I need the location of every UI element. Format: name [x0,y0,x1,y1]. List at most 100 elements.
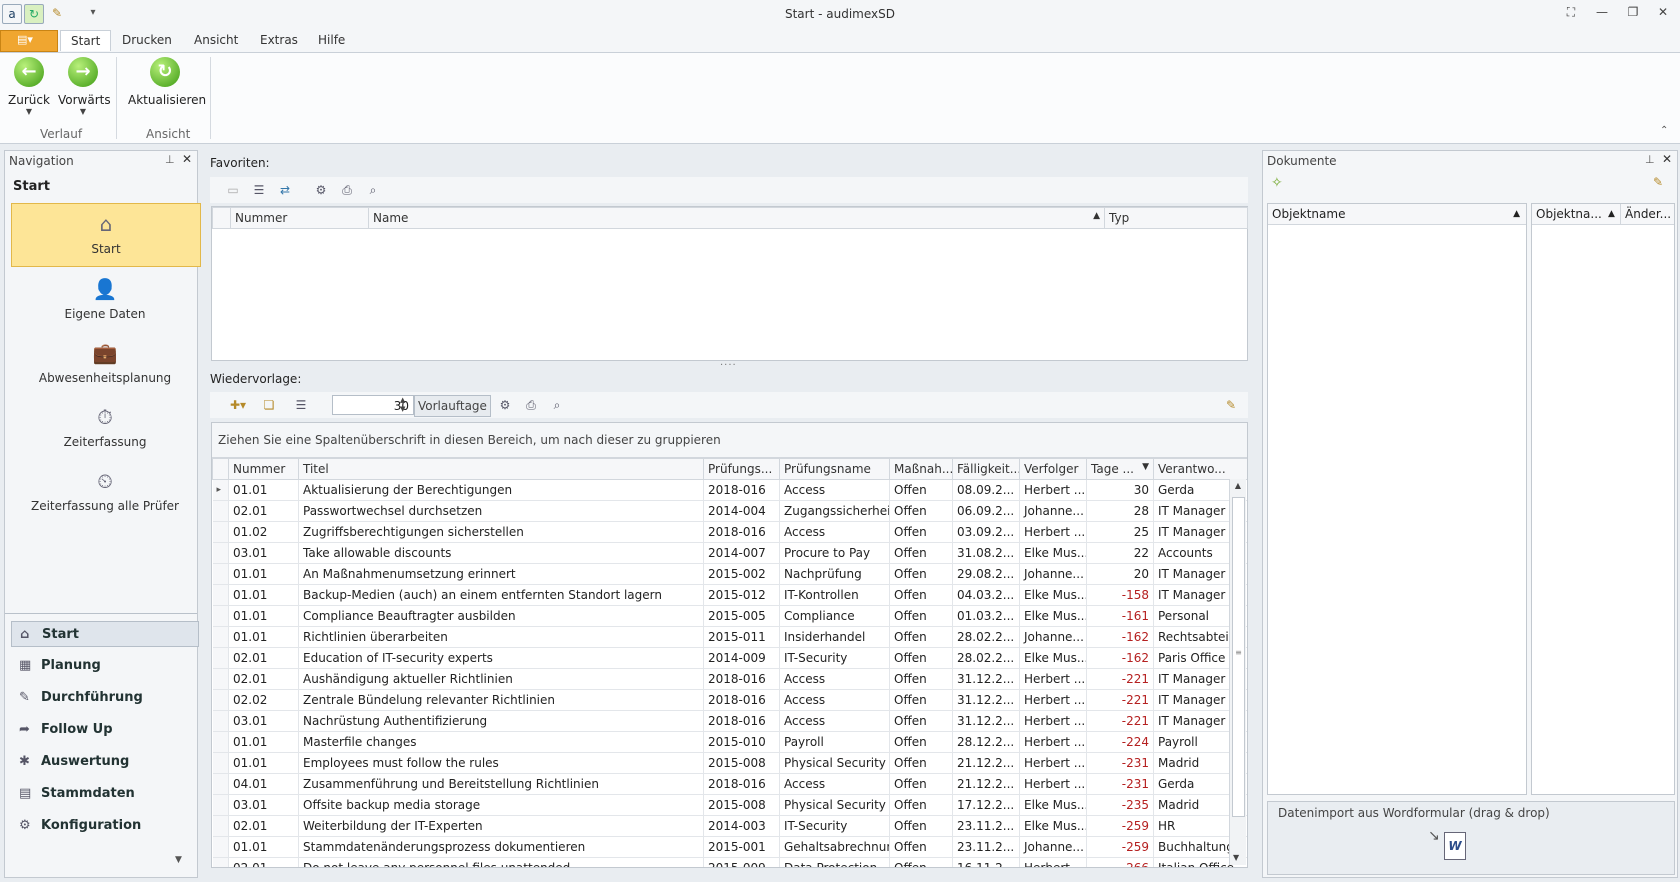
table-row[interactable]: 02.01 Weiterbildung der IT-Experten 2014-0… [212,815,1247,837]
table-row[interactable]: 01.01 Backup-Medien (auch) an einem entfe… [212,584,1247,606]
row-indicator[interactable] [212,605,229,627]
row-indicator[interactable] [212,731,229,753]
column-header-name[interactable]: Name ▲ [368,207,1105,229]
row-indicator[interactable] [212,773,229,795]
table-row[interactable]: 03.01 Take allowable discounts 2014-007 Pro… [212,542,1247,564]
copy-icon[interactable]: ❏ [260,397,278,413]
print-preview-icon[interactable]: ⌕ [548,397,566,413]
row-indicator[interactable] [212,794,229,816]
column-header-nummer[interactable]: Nummer [230,207,369,229]
table-row[interactable]: 01.01 Stammdatenänderungsprozess dokument… [212,836,1247,858]
table-row[interactable]: 01.01 Compliance Beauftragter ausbilden 20… [212,605,1247,627]
module-follow-up[interactable]: ➦ Follow Up [11,717,199,743]
scroll-up-icon[interactable]: ▲ [1230,481,1246,490]
column-header-objektname-2[interactable]: Objektna... [1536,204,1602,224]
vertical-scrollbar[interactable]: ▲ ≡ ▼ [1229,479,1246,865]
nav-item-start[interactable]: ⌂ Start [11,203,201,267]
column-header-tage[interactable]: Tage ... ▼ [1086,458,1154,480]
column-header-pruefungsname[interactable]: Prüfungsname [779,458,890,480]
scrollbar-thumb[interactable]: ≡ [1232,497,1245,817]
row-indicator[interactable] [212,836,229,858]
tab-extras[interactable]: Extras [250,30,308,50]
tab-drucken[interactable]: Drucken [112,30,182,50]
table-row[interactable]: 02.01 Passwortwechsel durchsetzen 2014-004… [212,500,1247,522]
scroll-down-icon[interactable]: ▼ [1233,853,1239,862]
table-row[interactable]: 01.02 Zugriffsberechtigungen sicherstelle… [212,521,1247,543]
navigation-splitter[interactable] [5,613,197,614]
word-import-dropzone[interactable]: Datenimport aus Wordformular (drag & dro… [1267,801,1675,875]
table-row[interactable]: 04.01 Zusammenführung und Bereitstellung … [212,773,1247,795]
close-icon[interactable]: ✕ [1662,152,1672,166]
stepper-icon[interactable]: ▲ ▼ [400,396,405,414]
table-row[interactable]: 02.01 Aushändigung aktueller Richtlinien 2… [212,668,1247,690]
nav-item-abwesenheitsplanung[interactable]: 💼 Abwesenheitsplanung [11,339,199,399]
tab-ansicht[interactable]: Ansicht [184,30,248,50]
row-indicator[interactable] [212,563,229,585]
nav-item-eigene-daten[interactable]: 👤 Eigene Daten [11,275,199,335]
pin-icon[interactable]: ⊥ [165,153,175,166]
edit-note-icon[interactable]: ✎ [1222,397,1240,413]
row-indicator[interactable] [212,815,229,837]
row-indicator[interactable] [212,752,229,774]
row-indicator[interactable] [212,857,229,867]
module-auswertung[interactable]: ✱ Auswertung [11,749,199,775]
splitter-grip[interactable]: ···· [720,360,737,371]
column-header-massnahme[interactable]: Maßnah... [889,458,953,480]
column-header-aenderung[interactable]: Änder... [1620,204,1671,224]
table-row[interactable]: 02.01 Do not leave any personnel files un… [212,857,1247,867]
table-row[interactable]: 02.02 Zentrale Bündelung relevanter Richt… [212,689,1247,711]
list-icon[interactable]: ☰ [292,397,310,413]
module-start[interactable]: ⌂ Start [11,621,199,647]
row-indicator[interactable] [212,584,229,606]
folder-icon[interactable]: ▭ [224,182,242,198]
column-header-verfolger[interactable]: Verfolger [1019,458,1087,480]
table-row[interactable]: 01.01 An Maßnahmenumsetzung erinnert 2015-… [212,563,1247,585]
column-header-titel[interactable]: Titel [298,458,704,480]
print-icon[interactable]: ⎙ [522,397,540,413]
row-indicator[interactable] [212,689,229,711]
module-stammdaten[interactable]: ▤ Stammdaten [11,781,199,807]
table-row[interactable]: 01.01 Masterfile changes 2015-010 Payroll Of… [212,731,1247,753]
column-header-objektname[interactable]: Objektname ▲ [1268,204,1526,225]
row-indicator[interactable] [212,500,229,522]
module-durchfuehrung[interactable]: ✎ Durchführung [11,685,199,711]
print-preview-icon[interactable]: ⌕ [364,182,382,198]
row-indicator[interactable] [212,542,229,564]
group-by-area[interactable]: Ziehen Sie eine Spaltenüberschrift in di… [212,423,1247,458]
app-menu-button[interactable]: ▤▾ [0,30,58,52]
print-icon[interactable]: ⎙ [338,182,356,198]
row-indicator[interactable] [212,626,229,648]
table-row[interactable]: ▸ 01.01 Aktualisierung der Berechtigungen 2… [212,479,1247,501]
edit-note-icon[interactable]: ✎ [1653,175,1663,189]
refresh-button[interactable]: ↻ Aktualisieren [128,57,206,107]
tab-hilfe[interactable]: Hilfe [308,30,355,50]
table-row[interactable]: 03.01 Offsite backup media storage 2015-00… [212,794,1247,816]
add-folder-dropdown-icon[interactable]: ✚▾ [226,397,250,413]
settings-icon[interactable]: ⚙ [496,397,514,413]
close-button[interactable]: ✕ [1652,5,1674,21]
row-indicator[interactable]: ▸ [212,479,229,501]
restore-button[interactable]: ❐ [1622,5,1644,21]
column-header-verantwortlich[interactable]: Verantwo... [1153,458,1247,480]
export-icon[interactable]: ⇄ [276,182,294,198]
column-header-faelligkeit[interactable]: Fälligkeit... [952,458,1020,480]
table-row[interactable]: 01.01 Employees must follow the rules 2015… [212,752,1247,774]
table-row[interactable]: 03.01 Nachrüstung Authentifizierung 2018-0… [212,710,1247,732]
column-header-nummer[interactable]: Nummer [228,458,299,480]
close-icon[interactable]: ✕ [182,152,192,166]
row-indicator[interactable] [212,521,229,543]
row-indicator[interactable] [212,668,229,690]
module-planung[interactable]: ▦ Planung [11,653,199,679]
row-indicator[interactable] [212,647,229,669]
pin-icon[interactable]: ⊥ [1645,153,1655,166]
settings-icon[interactable]: ⚙ [312,182,330,198]
tab-start[interactable]: Start [60,30,112,51]
back-button[interactable]: ← Zurück ▼ [6,57,52,116]
column-header-typ[interactable]: Typ [1104,207,1248,229]
table-row[interactable]: 02.01 Education of IT-security experts 201… [212,647,1247,669]
table-row[interactable]: 01.01 Richtlinien überarbeiten 2015-011 Ins… [212,626,1247,648]
nav-item-zeiterfassung[interactable]: ⏱ Zeiterfassung [11,403,199,463]
module-konfiguration[interactable]: ⚙ Konfiguration [11,813,199,839]
column-header-pruefungs-nr[interactable]: Prüfungs... [703,458,780,480]
wand-icon[interactable]: ✧ [1271,175,1283,191]
